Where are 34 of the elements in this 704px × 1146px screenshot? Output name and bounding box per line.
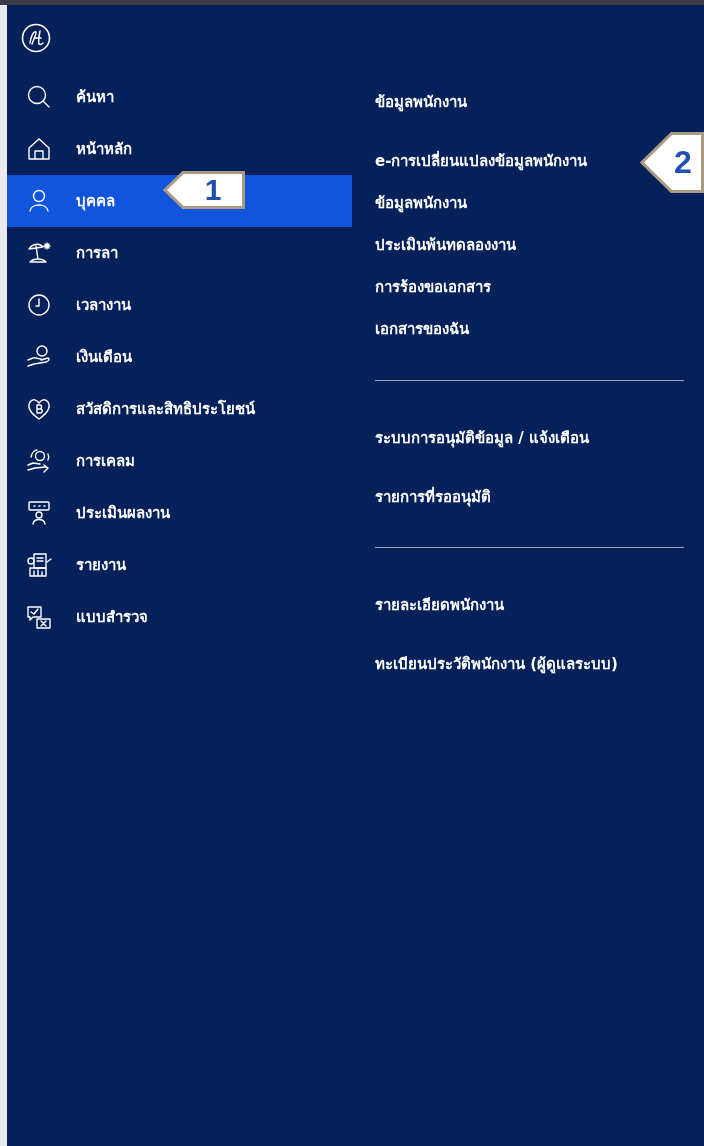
sidebar-item[interactable]: ประเมินผลงาน [7, 487, 352, 539]
submenu-heading[interactable]: ข้อมูลพนักงาน [375, 90, 467, 114]
sidebar-item[interactable]: แบบสำรวจ [7, 591, 352, 643]
submenu-link[interactable]: ข้อมูลพนักงาน [375, 191, 467, 215]
sidebar-label: การเคลม [76, 451, 135, 472]
submenu-link[interactable]: ระบบการอนุมัติข้อมูล / แจ้งเตือน [375, 425, 589, 450]
sidebar-label: เวลางาน [76, 295, 131, 316]
sidebar-label: ค้นหา [76, 87, 114, 108]
logo-icon[interactable] [21, 23, 51, 53]
sidebar-item[interactable]: รายงาน [7, 539, 352, 591]
sidebar-item[interactable]: เงินเดือน [7, 331, 352, 383]
submenu-link[interactable]: e-การเปลี่ยนแปลงข้อมูลพนักงาน [375, 149, 588, 173]
sidebar-item[interactable]: การลา [7, 227, 352, 279]
sidebar-label: เงินเดือน [76, 347, 132, 368]
sidebar-item[interactable]: สวัสดิการและสิทธิประโยชน์ [7, 383, 352, 435]
sidebar-label: บุคคล [76, 191, 115, 213]
submenu-link[interactable]: เอกสารของฉัน [375, 317, 469, 341]
submenu-link[interactable]: การร้องขอเอกสาร [375, 275, 491, 299]
callout-marker: 1 [163, 171, 245, 209]
sidebar-label: ประเมินผลงาน [76, 503, 170, 524]
sidebar-label: แบบสำรวจ [76, 607, 148, 628]
sidebar-item[interactable]: เวลางาน [7, 279, 352, 331]
submenu-link[interactable]: รายละเอียดพนักงาน [375, 592, 504, 617]
sidebar-label: การลา [76, 243, 118, 264]
submenu-link[interactable]: ประเมินพ้นทดลองงาน [375, 233, 516, 257]
submenu-link[interactable]: รายการที่รออนุมัติ [375, 484, 491, 509]
submenu-link[interactable]: ทะเบียนประวัติพนักงาน (ผู้ดูแลระบบ) [375, 651, 618, 676]
report-chart-icon [24, 550, 54, 580]
sidebar-label: สวัสดิการและสิทธิประโยชน์ [76, 399, 255, 420]
sidebar-item[interactable]: การเคลม [7, 435, 352, 487]
sidebar-label: หน้าหลัก [76, 139, 132, 160]
sidebar-item[interactable]: ค้นหา [7, 71, 352, 123]
callout-marker: 2 [640, 132, 704, 193]
sidebar-label: รายงาน [76, 555, 126, 576]
